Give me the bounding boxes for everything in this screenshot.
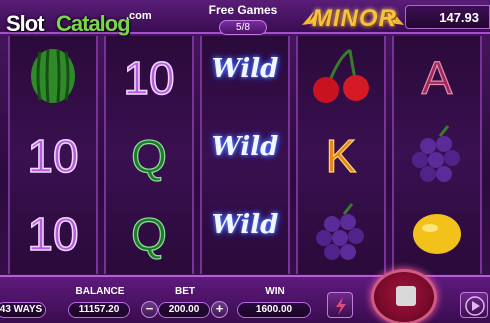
grapes-icon (412, 125, 460, 182)
reel-2: 10 Q Q (104, 36, 194, 274)
reel-5: A (392, 36, 482, 274)
stop-icon (396, 286, 416, 306)
symbol-lemon (394, 194, 480, 270)
wild-text: Wild (211, 210, 279, 240)
watermelon-icon (31, 49, 75, 103)
lightning-icon (336, 297, 346, 315)
top-bar: Slot Catalog .com Free Games 5/8 MINOR 1… (0, 0, 490, 36)
turbo-button[interactable] (327, 292, 353, 318)
symbol-a: A (394, 38, 480, 114)
q-symbol-icon: Q (131, 129, 168, 182)
k-symbol-text: K (326, 130, 357, 182)
reel-4: K (296, 36, 386, 274)
grapes-icon (316, 203, 364, 260)
a-symbol-text: A (422, 52, 453, 104)
win-label: WIN (265, 286, 285, 297)
symbol-q: Q (106, 194, 192, 270)
win-value: 1600.00 (237, 302, 311, 318)
symbol-q: Q (106, 116, 192, 192)
autoplay-button[interactable] (460, 292, 488, 318)
credit-display: 147.93 (405, 5, 490, 29)
credit-value: 147.93 (439, 10, 479, 25)
symbol-ten: 10 (10, 116, 96, 192)
reel-3: Wild Wild Wild (200, 36, 290, 274)
symbol-cherry (298, 38, 384, 114)
wild-text: Wild (211, 54, 279, 84)
symbol-ten: 10 (106, 38, 192, 114)
lemon-icon (413, 214, 461, 254)
reel-area: 10 10 10 Q Q Wild Wild Wild K A (8, 36, 482, 274)
play-icon (465, 296, 485, 316)
balance-label: BALANCE (75, 286, 125, 297)
logo-part-catalog: Catalog (56, 11, 131, 36)
game-screen: Slot Catalog .com Free Games 5/8 MINOR 1… (0, 0, 490, 323)
wild-text: Wild (211, 132, 279, 162)
a-symbol-icon: A (421, 51, 453, 104)
spin-button[interactable] (371, 269, 437, 323)
bet-increase-button[interactable]: + (211, 301, 228, 318)
logo-suffix: .com (126, 10, 152, 22)
symbol-wild: Wild (202, 116, 288, 192)
ten-symbol-icon: 10 (123, 51, 176, 105)
jackpot-label: MINOR (312, 5, 397, 32)
bet-value: 200.00 (158, 302, 210, 318)
bet-decrease-button[interactable]: − (141, 301, 158, 318)
symbol-grapes (298, 194, 384, 270)
symbol-wild: Wild (202, 194, 288, 270)
k-symbol-icon: K (325, 129, 357, 182)
q-symbol-icon: Q (131, 207, 168, 260)
symbol-k: K (298, 116, 384, 192)
reel-1: 10 10 (8, 36, 98, 274)
ways-indicator: 43 WAYS (0, 302, 46, 318)
q-symbol-text: Q (131, 208, 167, 260)
logo-part-slot: Slot (6, 11, 45, 36)
watermark-logo: Slot Catalog .com (2, 4, 152, 36)
balance-value: 11157.20 (68, 302, 130, 318)
free-games-counter: 5/8 (219, 20, 267, 35)
ten-symbol-text: 10 (27, 208, 78, 260)
ten-symbol-text: 10 (27, 130, 78, 182)
bet-label: BET (175, 286, 195, 297)
ten-symbol-icon: 10 (27, 129, 80, 183)
symbol-wild: Wild (202, 38, 288, 114)
free-games-title: Free Games (208, 3, 278, 17)
minor-jackpot: MINOR (298, 3, 408, 33)
free-games-panel: Free Games 5/8 (198, 2, 288, 36)
symbol-ten: 10 (10, 194, 96, 270)
symbol-watermelon (10, 38, 96, 114)
q-symbol-text: Q (131, 130, 167, 182)
cherry-icon (313, 48, 369, 103)
symbol-grapes (394, 116, 480, 192)
ten-symbol-icon: 10 (27, 207, 80, 261)
ten-symbol-text: 10 (123, 52, 174, 104)
